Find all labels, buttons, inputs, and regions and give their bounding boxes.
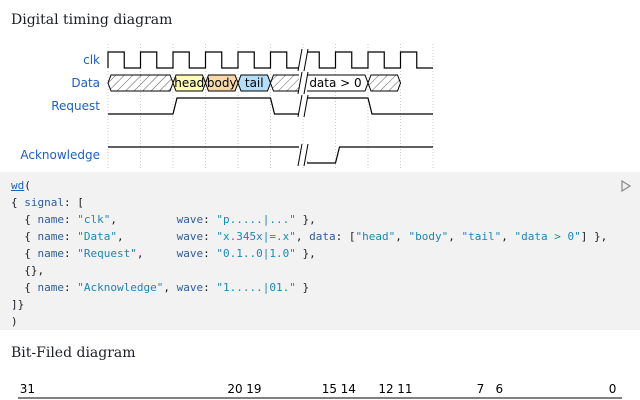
code-block[interactable]: wd( { signal: [ { name: "clk", wave: "p.… (11, 177, 607, 330)
bit-index-label: 12 (378, 382, 393, 396)
bit-index-label: 11 (397, 382, 412, 396)
data-undefined-segment (269, 74, 304, 92)
signal-label: clk (83, 53, 100, 67)
bit-index-label: 6 (495, 382, 503, 396)
timing-diagram-title: Digital timing diagram (11, 12, 173, 28)
bitfield-diagram: 31 20 19 15 14 12 11 7 6 0 (18, 382, 622, 399)
bit-index-label: 14 (341, 382, 356, 396)
signal-label: Acknowledge (20, 148, 100, 162)
data-undefined-segment (367, 74, 402, 92)
play-icon[interactable] (620, 180, 632, 192)
bit-index-label: 20 (227, 382, 242, 396)
data-segment-label: head (174, 76, 204, 90)
bit-index-label: 0 (609, 382, 617, 396)
bit-index-label: 19 (246, 382, 261, 396)
code-cell[interactable]: wd( { signal: [ { name: "clk", wave: "p.… (0, 172, 640, 330)
data-segment-label: tail (245, 76, 264, 90)
bitfield-diagram-title: Bit-Filed diagram (11, 345, 136, 361)
signal-label: Data (71, 76, 100, 90)
request-wave (108, 97, 433, 115)
signal-label: Request (51, 99, 100, 113)
bit-index-label: 7 (477, 382, 485, 396)
timing-diagram: head body tail data > 0 clk Data Request Ackno… (20, 44, 434, 168)
data-segment-label: body (207, 76, 237, 90)
bit-index-label: 15 (322, 382, 337, 396)
bit-index-label: 31 (20, 382, 35, 396)
data-segment-label: data > 0 (309, 76, 361, 90)
clk-wave (107, 51, 433, 69)
data-undefined-segment (107, 74, 174, 92)
